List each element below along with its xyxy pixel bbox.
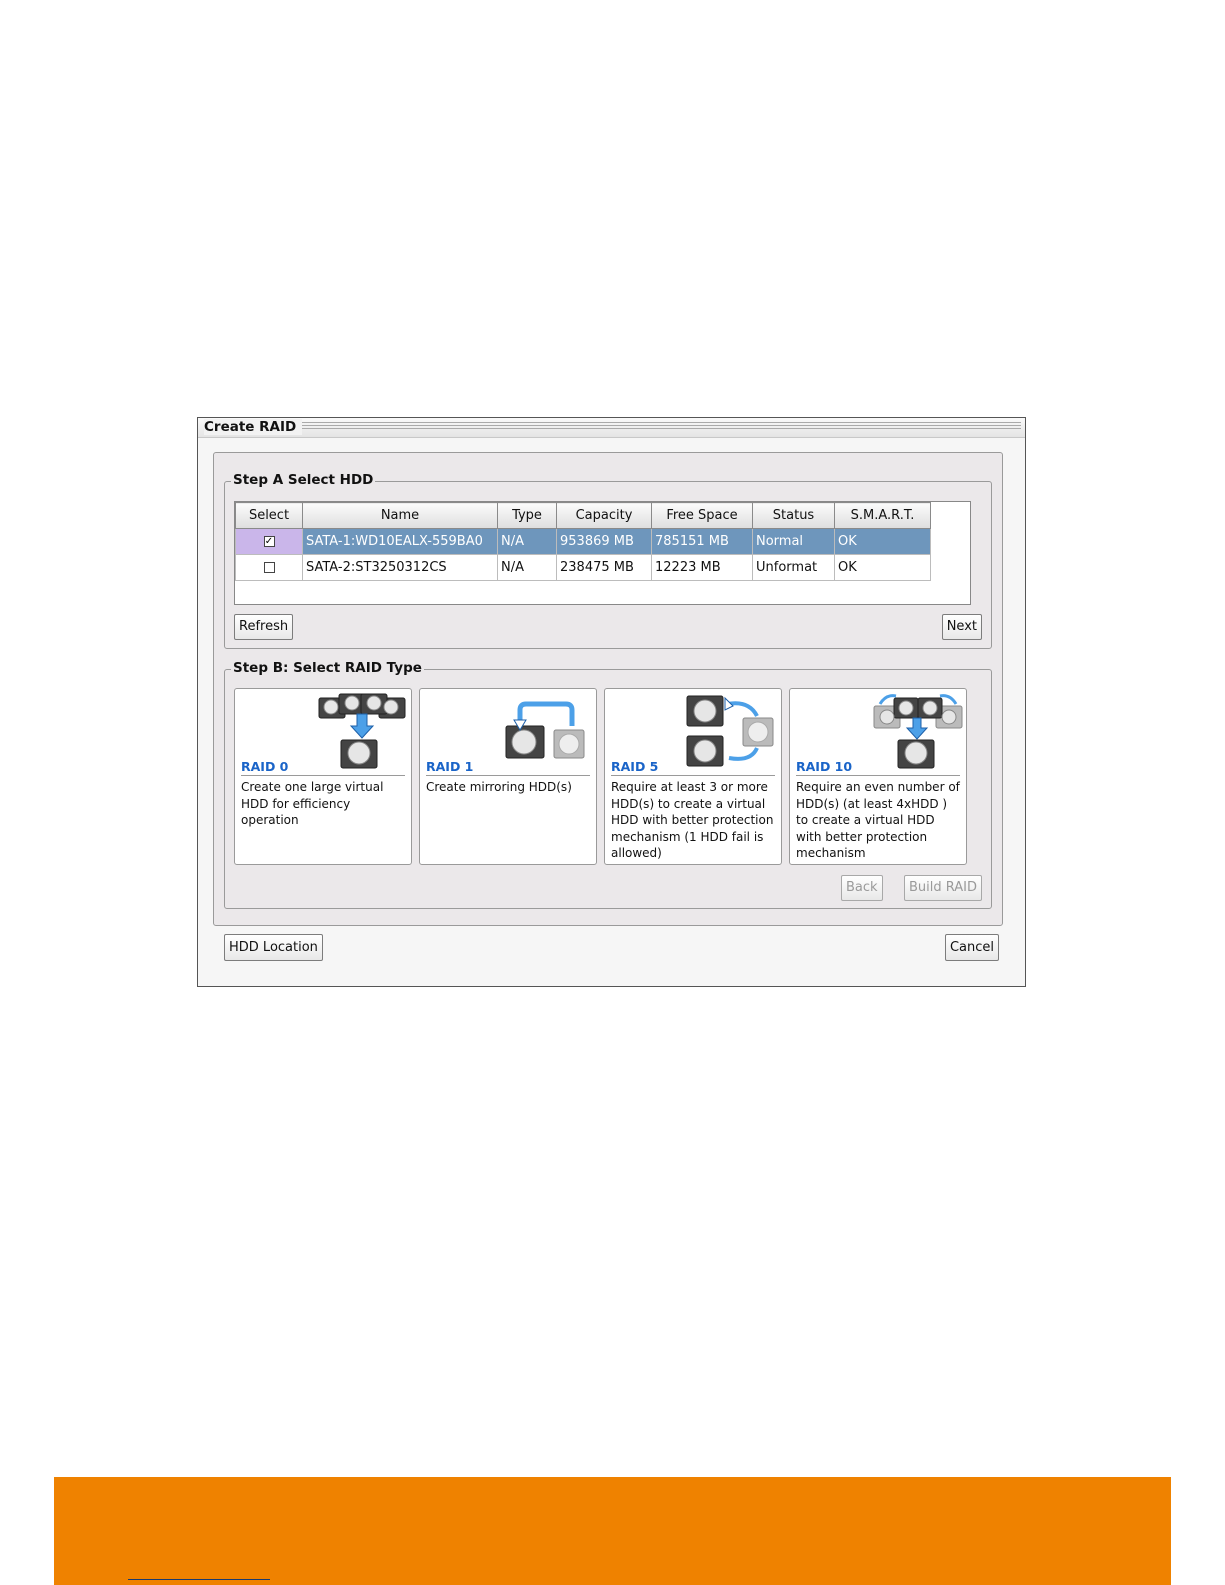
checkbox-checked[interactable]: ✓	[263, 536, 275, 547]
step-b-legend: Step B: Select RAID Type	[231, 660, 424, 676]
raid1-description: Create mirroring HDD(s)	[426, 780, 572, 794]
cell-status: Unformat	[752, 554, 835, 581]
footer-band	[54, 1477, 1171, 1585]
hdd-table-container[interactable]: Select Name Type Capacity Free Space Sta…	[234, 501, 971, 605]
cell-type: N/A	[497, 528, 557, 555]
raid1-card[interactable]: RAID 1 Create mirroring HDD(s)	[419, 688, 597, 865]
table-row[interactable]: SATA-2:ST3250312CS N/A 238475 MB 12223 M…	[235, 554, 931, 581]
column-header-capacity[interactable]: Capacity	[556, 502, 652, 529]
dialog-title: Create RAID	[204, 419, 303, 435]
dialog-titlebar[interactable]: Create RAID	[198, 418, 1025, 438]
row-select-cell[interactable]: ✓	[235, 528, 303, 555]
next-button[interactable]: Next	[941, 614, 982, 640]
raid0-card[interactable]: RAID 0 Create one large virtual HDD for …	[234, 688, 412, 865]
back-button[interactable]: Back	[841, 875, 883, 901]
step-b-group: Step B: Select RAID Type RAID 0 Create o…	[224, 660, 992, 909]
column-header-select[interactable]: Select	[235, 502, 303, 529]
footer-underline	[128, 1579, 270, 1580]
raid0-description: Create one large virtual HDD for efficie…	[241, 780, 384, 827]
step-a-legend: Step A Select HDD	[231, 472, 376, 488]
hdd-location-button[interactable]: HDD Location	[224, 934, 323, 961]
dialog-content-panel: Step A Select HDD Select Name Type Capac…	[213, 452, 1003, 926]
build-raid-button[interactable]: Build RAID	[903, 875, 982, 901]
cancel-button[interactable]: Cancel	[944, 934, 999, 961]
cell-free-space: 12223 MB	[651, 554, 753, 581]
cell-smart: OK	[834, 554, 931, 581]
cell-capacity: 953869 MB	[556, 528, 652, 555]
raid5-card[interactable]: RAID 5 Require at least 3 or more HDD(s)…	[604, 688, 782, 865]
titlebar-grip	[298, 422, 1021, 431]
raid0-title: RAID 0	[241, 759, 405, 776]
cell-type: N/A	[497, 554, 557, 581]
step-a-group: Step A Select HDD Select Name Type Capac…	[224, 472, 992, 649]
row-select-cell[interactable]	[235, 554, 303, 581]
column-header-name[interactable]: Name	[302, 502, 498, 529]
checkbox-unchecked[interactable]	[263, 562, 275, 573]
column-header-smart[interactable]: S.M.A.R.T.	[834, 502, 931, 529]
refresh-button[interactable]: Refresh	[234, 614, 294, 640]
cell-capacity: 238475 MB	[556, 554, 652, 581]
raid10-title: RAID 10	[796, 759, 960, 776]
hdd-table: Select Name Type Capacity Free Space Sta…	[235, 502, 931, 581]
cell-smart: OK	[834, 528, 931, 555]
column-header-free-space[interactable]: Free Space	[651, 502, 753, 529]
create-raid-dialog: Create RAID Step A Select HDD Select Nam…	[197, 417, 1026, 987]
raid5-title: RAID 5	[611, 759, 775, 776]
cell-name: SATA-1:WD10EALX-559BA0	[302, 528, 498, 555]
raid5-description: Require at least 3 or more HDD(s) to cre…	[611, 780, 774, 860]
hdd-table-header: Select Name Type Capacity Free Space Sta…	[235, 502, 931, 529]
cell-free-space: 785151 MB	[651, 528, 753, 555]
cell-name: SATA-2:ST3250312CS	[302, 554, 498, 581]
cell-status: Normal	[752, 528, 835, 555]
column-header-status[interactable]: Status	[752, 502, 835, 529]
raid10-card[interactable]: RAID 10 Require an even number of HDD(s)…	[789, 688, 967, 865]
raid10-description: Require an even number of HDD(s) (at lea…	[796, 780, 960, 860]
raid1-title: RAID 1	[426, 759, 590, 776]
column-header-type[interactable]: Type	[497, 502, 557, 529]
table-row[interactable]: ✓ SATA-1:WD10EALX-559BA0 N/A 953869 MB 7…	[235, 528, 931, 555]
